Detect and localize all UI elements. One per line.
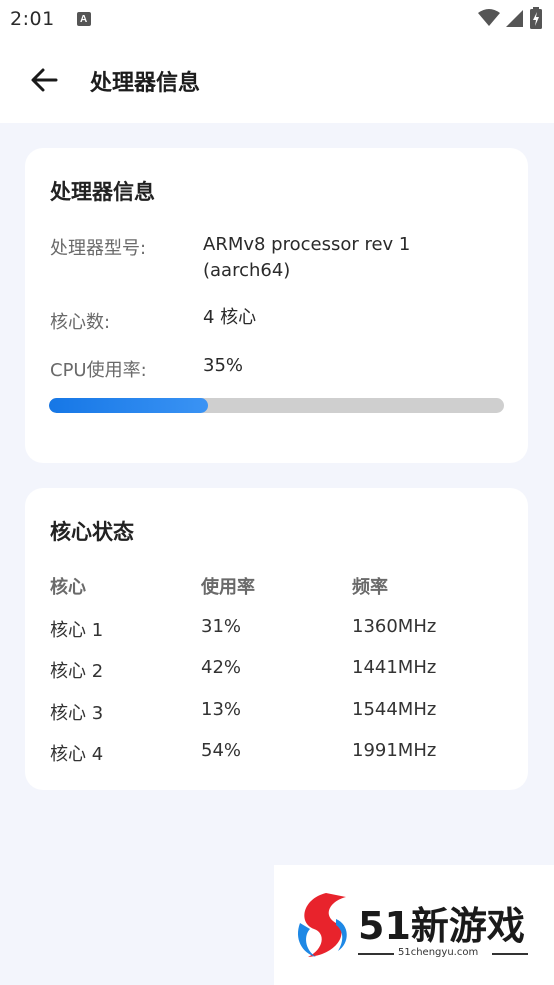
watermark-brand: 51新游戏 — [358, 904, 525, 948]
cpu-card-title: 处理器信息 — [50, 180, 155, 204]
core-frequency: 1441MHz — [352, 657, 437, 678]
signal-icon — [506, 10, 523, 27]
watermark-divider — [358, 953, 394, 955]
cpu-usage-value: 35% — [203, 355, 244, 376]
core-count-value: 4 核心 — [203, 307, 257, 328]
back-button[interactable] — [24, 60, 64, 100]
core-frequency: 1544MHz — [352, 699, 437, 720]
core-name: 核心 3 — [50, 703, 104, 724]
core-count-label: 核心数: — [50, 312, 111, 333]
cpu-info-card: 处理器信息 处理器型号: ARMv8 processor rev 1 (aarc… — [25, 148, 528, 463]
header-frequency: 频率 — [352, 577, 388, 598]
core-frequency: 1991MHz — [352, 740, 437, 761]
notification-app-icon: A — [76, 12, 91, 26]
core-usage: 42% — [201, 657, 242, 678]
core-name: 核心 4 — [50, 744, 104, 765]
page-title: 处理器信息 — [90, 71, 201, 96]
processor-model-value: ARMv8 processor rev 1 (aarch64) — [203, 234, 411, 281]
header-core: 核心 — [50, 577, 86, 598]
cpu-usage-progress-bar — [49, 398, 504, 413]
processor-model-label: 处理器型号: — [50, 238, 147, 259]
cpu-usage-progress-fill — [49, 398, 209, 413]
watermark-divider — [492, 953, 528, 955]
battery-icon — [530, 7, 542, 29]
status-bar: 2:01 A — [0, 0, 554, 38]
status-time: 2:01 — [10, 8, 55, 30]
arrow-left-icon — [31, 68, 58, 92]
core-frequency: 1360MHz — [352, 616, 437, 637]
cpu-usage-label: CPU使用率: — [50, 360, 147, 381]
status-icons — [478, 7, 542, 29]
header-usage: 使用率 — [201, 577, 255, 598]
wifi-icon — [478, 9, 500, 26]
brand-logo-icon — [297, 893, 347, 957]
core-usage: 13% — [201, 699, 242, 720]
core-status-card: 核心状态 核心 使用率 频率 核心 1 31% 1360MHz 核心 2 42%… — [25, 488, 528, 790]
watermark-domain: 51chengyu.com — [398, 947, 479, 958]
watermark-logo: 51新游戏 51chengyu.com — [274, 865, 554, 985]
app-bar: 处理器信息 — [0, 38, 554, 123]
core-status-title: 核心状态 — [50, 520, 134, 544]
core-usage: 31% — [201, 616, 242, 637]
core-name: 核心 2 — [50, 661, 104, 682]
core-name: 核心 1 — [50, 620, 104, 641]
core-usage: 54% — [201, 740, 242, 761]
